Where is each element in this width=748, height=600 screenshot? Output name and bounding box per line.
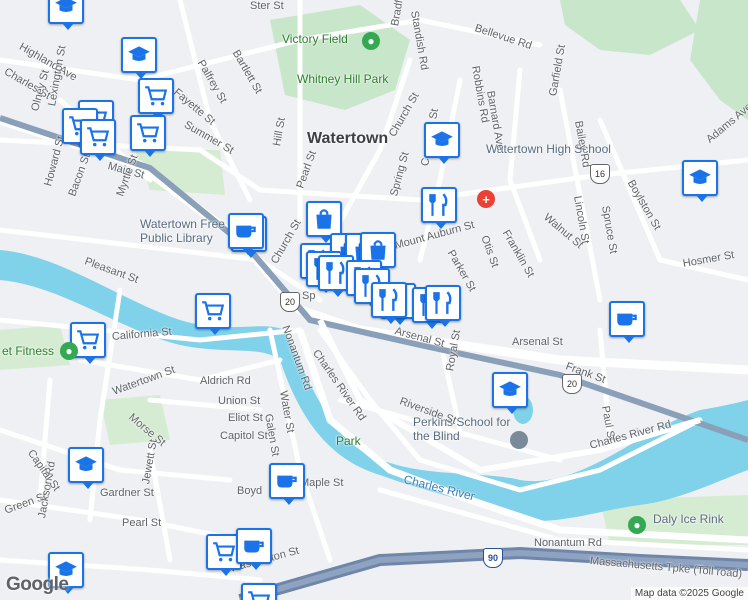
shopping-cart-pin-icon[interactable] (130, 115, 166, 157)
restaurant-pin-icon[interactable] (425, 285, 461, 327)
coffee-pin-icon[interactable] (609, 301, 645, 343)
school-pin-icon[interactable] (424, 122, 460, 164)
shopping-bag-pin-icon[interactable] (306, 201, 342, 243)
coffee-pin-icon[interactable] (269, 463, 305, 505)
street-label: Capitol St (220, 430, 268, 442)
interstate-90-shield: 90 (483, 548, 503, 568)
street-label: Boyd (237, 485, 263, 497)
place-label: Perkins School for the Blind (413, 415, 511, 443)
school-pin-icon[interactable] (492, 372, 528, 414)
street-label: Pearl St (122, 517, 162, 529)
restaurant-pin-icon[interactable] (371, 282, 407, 324)
rink-marker-icon[interactable]: ● (628, 516, 646, 534)
coffee-pin-icon[interactable] (236, 528, 272, 570)
shopping-cart-pin-icon[interactable] (195, 293, 231, 335)
school-pin-icon[interactable] (48, 0, 84, 30)
street-label: Union St (218, 395, 261, 407)
google-logo: Google (6, 574, 69, 595)
route-20-shield: 20 (280, 292, 300, 312)
street-label: Eliot St (228, 412, 263, 424)
place-label: Victory Field (282, 32, 348, 46)
restaurant-pin-icon[interactable] (421, 187, 457, 229)
school-pin-icon[interactable] (121, 37, 157, 79)
shopping-cart-pin-icon[interactable] (138, 78, 174, 120)
map-attribution: Map data ©2025 Google (630, 587, 748, 600)
street-label: Gardner St (100, 487, 154, 499)
place-label: Daly Ice Rink (653, 512, 724, 526)
place-label: Park (336, 434, 361, 448)
place-label: et Fitness (2, 344, 55, 358)
street-label: Nonantum Rd (534, 537, 602, 549)
route-16-shield: 16 (590, 164, 610, 184)
school-marker-icon[interactable] (510, 431, 528, 449)
hospital-marker-icon[interactable]: + (477, 190, 495, 208)
place-label: Watertown (307, 130, 389, 147)
coffee-pin-icon[interactable] (228, 213, 264, 255)
street-label: Ster St (250, 0, 284, 12)
street-label: Maple St (300, 477, 344, 489)
shopping-cart-pin-icon[interactable] (80, 119, 116, 161)
shopping-cart-pin-icon[interactable] (241, 583, 277, 600)
street-label: Sp (302, 290, 316, 302)
route-20-shield: 20 (562, 374, 582, 394)
place-label: Whitney Hill Park (297, 72, 389, 86)
park-marker-icon[interactable]: ● (362, 32, 380, 50)
fitness-marker-icon[interactable]: ● (60, 342, 78, 360)
street-label: Aldrich Rd (200, 375, 251, 387)
street-label: Arsenal St (512, 336, 563, 348)
school-pin-icon[interactable] (682, 160, 718, 202)
school-pin-icon[interactable] (68, 447, 104, 489)
map-canvas[interactable]: Watertown Victory Field Whitney Hill Park W… (0, 0, 748, 600)
